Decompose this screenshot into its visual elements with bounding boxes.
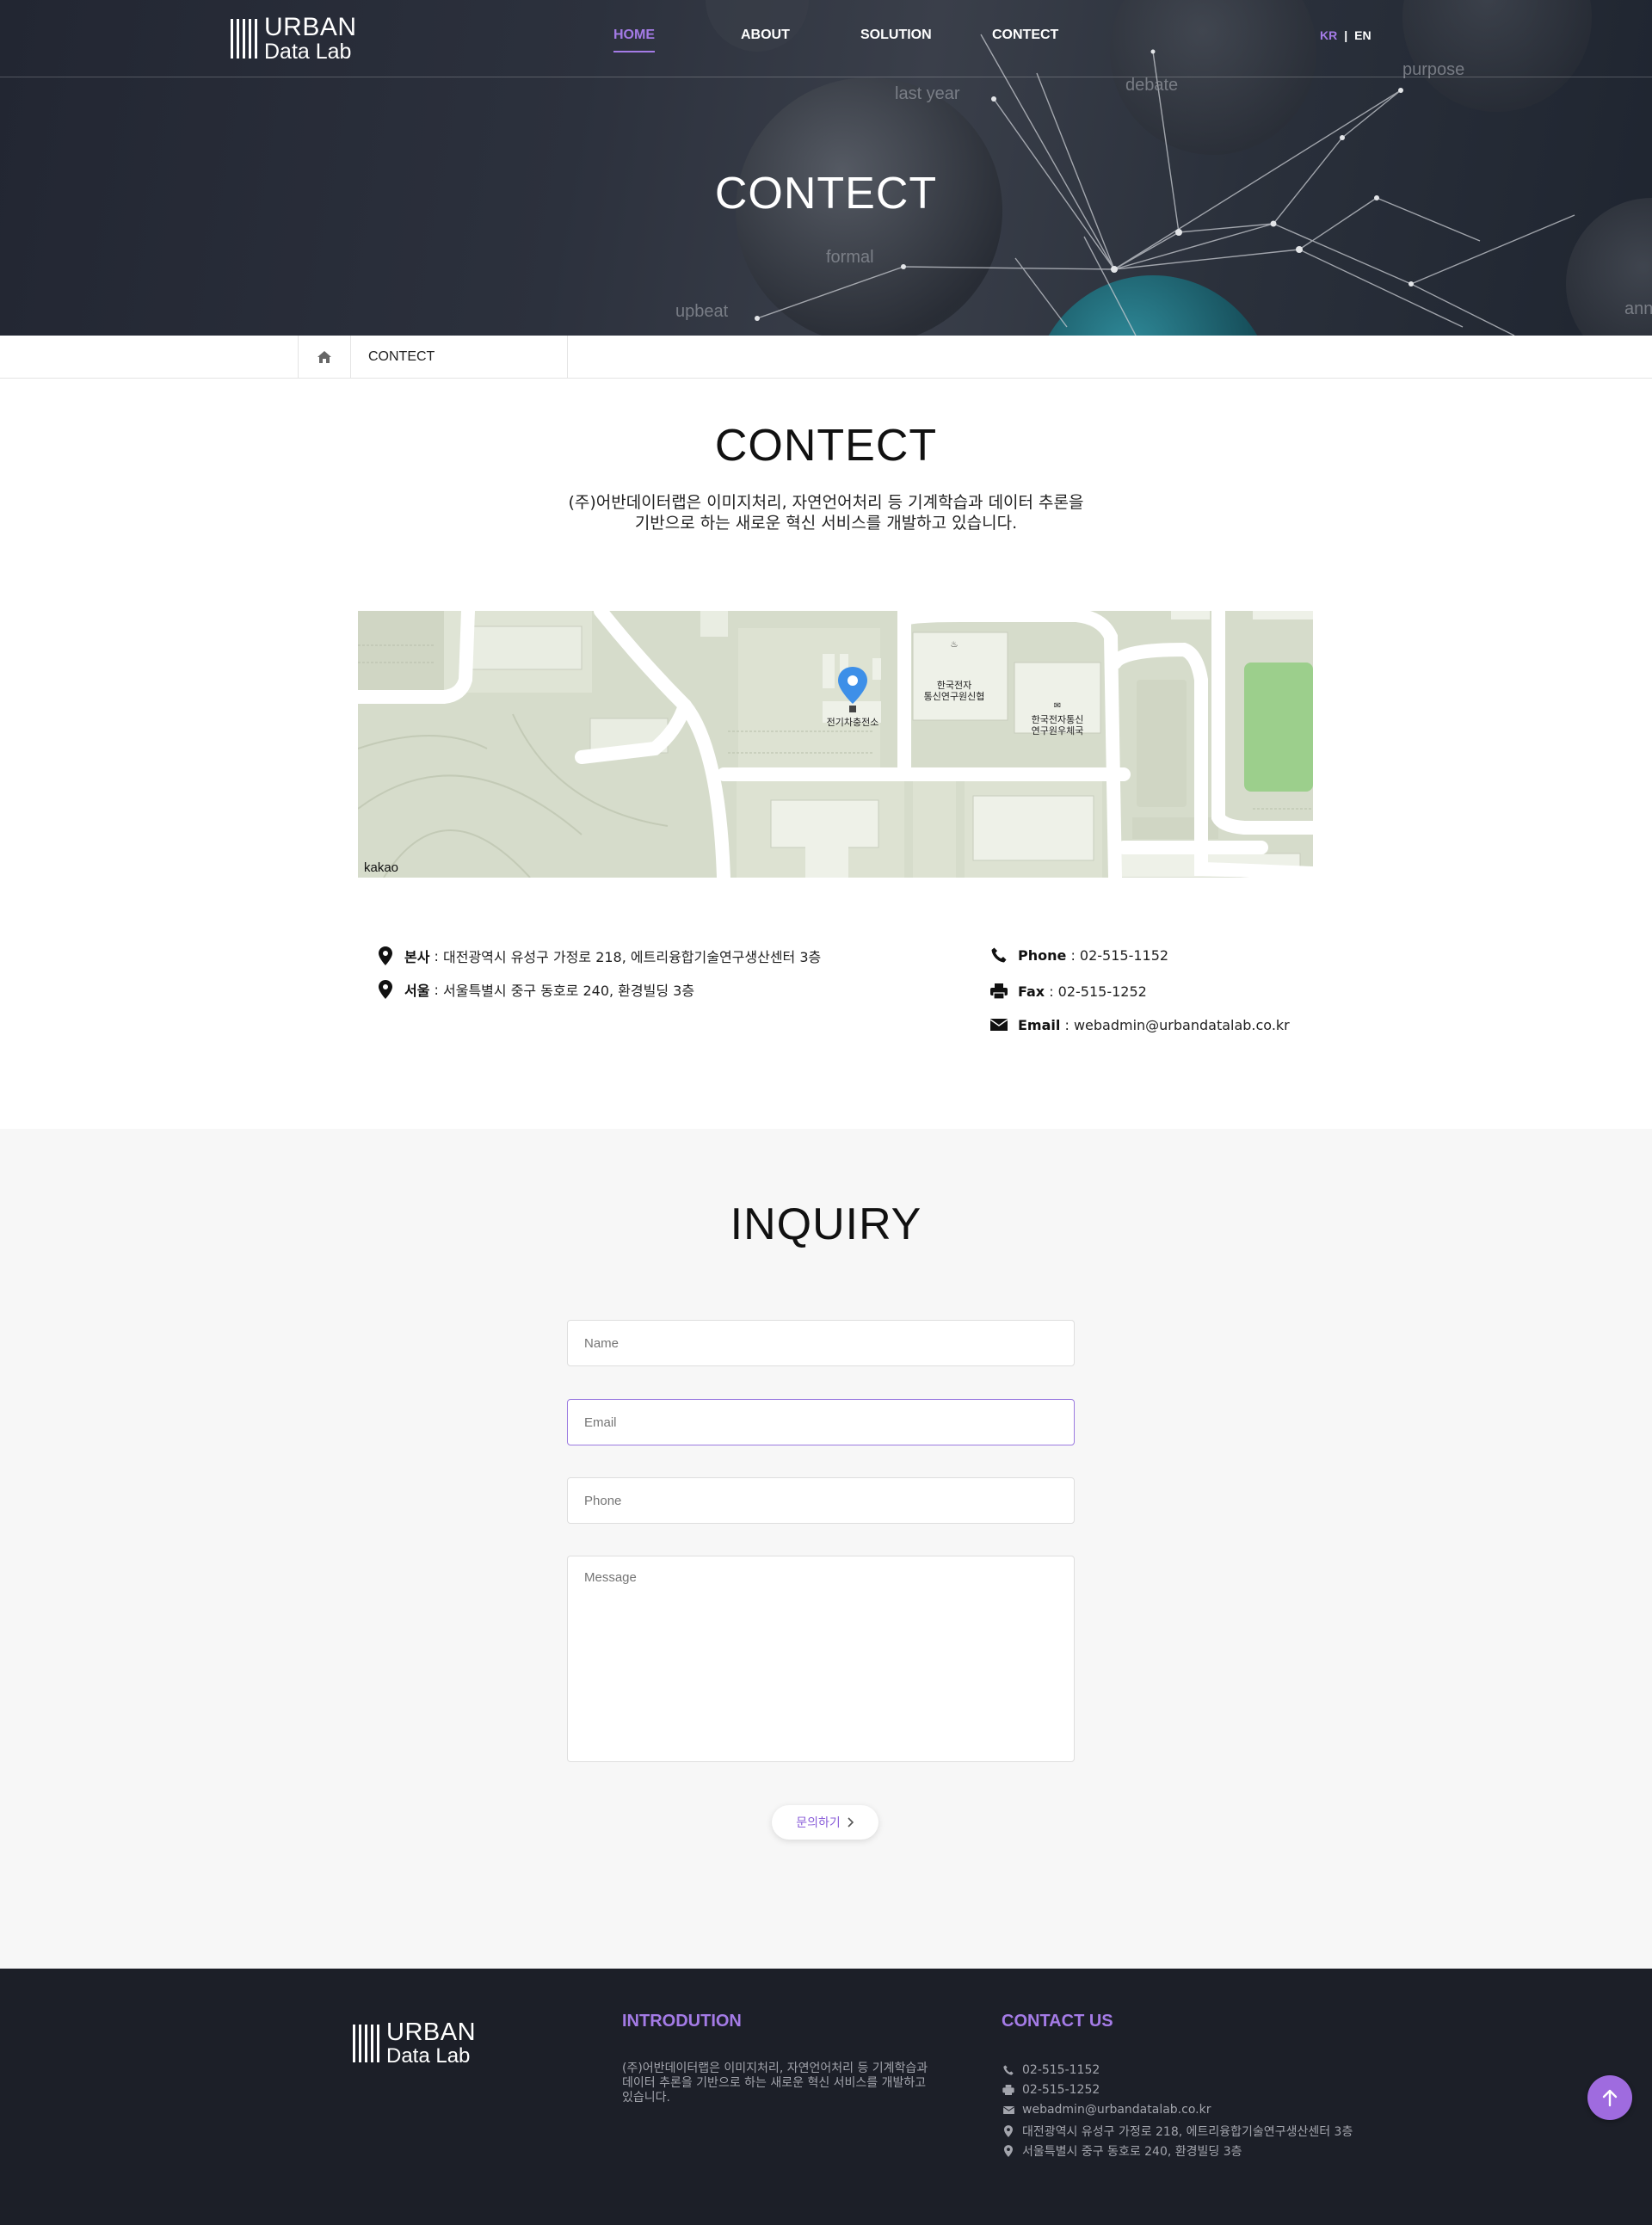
submit-inquiry-label: 문의하기: [796, 1816, 841, 1830]
address-seoul-label: 서울: [404, 983, 430, 999]
fax-value: 02-515-1252: [1057, 983, 1147, 1000]
language-switch: KR | EN: [1320, 28, 1372, 42]
address-seoul: 서울 : 서울특별시 중구 동호로 240, 환경빌딩 3층: [377, 979, 694, 1000]
address-seoul-separator: :: [429, 981, 444, 998]
map-label-etri-credit-union-2: 통신연구원신협: [924, 691, 985, 702]
contact-intro-line1: (주)어반데이터랩은 이미지처리, 자연언어처리 등 기계학습과 데이터 추론을: [568, 493, 1084, 512]
logo-text-urban: URBAN: [264, 13, 357, 41]
fax-icon: [990, 982, 1008, 1001]
email-label: Email: [1018, 1016, 1061, 1033]
name-input[interactable]: [567, 1320, 1075, 1366]
phone-separator: :: [1066, 946, 1080, 964]
address-headquarters: 본사 : 대전광역시 유성구 가정로 218, 에트리융합기술연구생산센터 3층: [377, 946, 821, 966]
contact-intro: (주)어반데이터랩은 이미지처리, 자연언어처리 등 기계학습과 데이터 추론을…: [0, 492, 1652, 533]
mail-icon: [990, 1015, 1008, 1034]
contact-email: Email : webadmin@urbandatalab.co.kr: [990, 1015, 1290, 1034]
address-hq-value: 대전광역시 유성구 가정로 218, 에트리융합기술연구생산센터 3층: [443, 949, 822, 965]
footer-contact-title: CONTACT US: [1002, 2012, 1113, 2031]
address-seoul-value: 서울특별시 중구 동호로 240, 환경빌딩 3층: [443, 983, 695, 999]
footer-address-2-value: 서울특별시 중구 동호로 240, 환경빌딩 3층: [1022, 2145, 1242, 2159]
logo-text-datalab: Data Lab: [264, 40, 352, 64]
footer-fax-value: 02-515-1252: [1022, 2083, 1100, 2097]
contact-intro-line2: 기반으로 하는 새로운 혁신 서비스를 개발하고 있습니다.: [634, 514, 1018, 533]
email-value[interactable]: webadmin@urbandatalab.co.kr: [1074, 1017, 1290, 1033]
home-icon: [317, 351, 331, 363]
map-label-etri-post-office-2: 연구원우체국: [1032, 725, 1084, 737]
footer-logo-text-datalab: Data Lab: [386, 2044, 471, 2068]
location-map[interactable]: 전기차충전소 ♨ 한국전자 통신연구원신협 ✉ 한국전자통신 연구원우체국 ka…: [358, 611, 1313, 878]
phone-icon: [1002, 2065, 1014, 2075]
hero-bg-word: debate: [1125, 76, 1178, 95]
nav-solution[interactable]: SOLUTION: [860, 28, 932, 43]
map-pin-icon: [1002, 2125, 1014, 2137]
breadcrumb-home[interactable]: [298, 336, 351, 379]
arrow-up-icon: [1602, 2089, 1618, 2107]
inquiry-title: INQUIRY: [730, 1199, 922, 1249]
hero-bg-word: ann: [1624, 299, 1652, 318]
site-footer: URBAN Data Lab INTRODUTION (주)어반데이터랩은 이미…: [0, 1969, 1652, 2225]
footer-fax: 02-515-1252: [1002, 2083, 1100, 2097]
message-textarea[interactable]: [567, 1556, 1075, 1762]
scroll-to-top-button[interactable]: [1587, 2075, 1632, 2120]
email-input[interactable]: [567, 1399, 1075, 1445]
map-graphic: 전기차충전소 ♨ 한국전자 통신연구원신협 ✉ 한국전자통신 연구원우체국: [358, 611, 1313, 878]
hero-bg-word: formal: [826, 248, 874, 267]
phone-icon: [990, 946, 1008, 965]
footer-logo[interactable]: URBAN Data Lab: [353, 2020, 476, 2067]
site-logo[interactable]: URBAN Data Lab: [231, 13, 357, 64]
fax-separator: :: [1045, 983, 1058, 1000]
phone-input[interactable]: [567, 1477, 1075, 1524]
hero-banner: last year debate purpose formal upbeat a…: [0, 0, 1652, 336]
lang-separator: |: [1344, 28, 1348, 42]
footer-intro-title: INTRODUTION: [622, 2012, 742, 2031]
fax-icon: [1002, 2085, 1014, 2095]
hero-title: CONTECT: [714, 169, 938, 219]
footer-email-value: webadmin@urbandatalab.co.kr: [1022, 2103, 1211, 2117]
footer-address-1: 대전광역시 유성구 가정로 218, 에트리융합기술연구생산센터 3층: [1002, 2123, 1353, 2140]
nav-home[interactable]: HOME: [613, 28, 655, 52]
lang-en[interactable]: EN: [1354, 28, 1371, 42]
contact-section-title: CONTECT: [714, 421, 938, 471]
svg-text:✉: ✉: [1054, 701, 1061, 711]
map-pin-icon: [377, 946, 394, 965]
footer-logo-mark: [353, 2025, 379, 2062]
svg-text:♨: ♨: [951, 640, 959, 650]
footer-phone-value: 02-515-1152: [1022, 2063, 1100, 2077]
fax-label: Fax: [1018, 983, 1045, 1000]
breadcrumb-current[interactable]: CONTECT: [351, 336, 568, 379]
inquiry-section: [0, 1129, 1652, 1969]
hero-bg-word: upbeat: [675, 302, 729, 321]
phone-label: Phone: [1018, 946, 1067, 964]
submit-inquiry-button[interactable]: 문의하기: [772, 1805, 878, 1840]
footer-email: webadmin@urbandatalab.co.kr: [1002, 2103, 1211, 2117]
phone-value[interactable]: 02-515-1152: [1080, 947, 1168, 964]
footer-address-1-value: 대전광역시 유성구 가정로 218, 에트리융합기술연구생산센터 3층: [1022, 2125, 1353, 2139]
contact-fax: Fax : 02-515-1252: [990, 982, 1147, 1001]
map-attribution[interactable]: kakao: [364, 860, 398, 875]
footer-phone: 02-515-1152: [1002, 2063, 1100, 2077]
footer-address-2: 서울특별시 중구 동호로 240, 환경빌딩 3층: [1002, 2142, 1242, 2160]
map-pin-icon: [377, 980, 394, 999]
footer-logo-text-urban: URBAN: [386, 2019, 477, 2046]
map-label-etri-post-office-1: 한국전자통신: [1032, 714, 1084, 725]
breadcrumb: CONTECT: [0, 336, 1652, 379]
footer-intro-text: (주)어반데이터랩은 이미지처리, 자연언어처리 등 기계학습과 데이터 추론을…: [622, 2062, 928, 2105]
nav-about[interactable]: ABOUT: [741, 28, 790, 43]
email-separator: :: [1060, 1016, 1074, 1033]
chevron-right-icon: [848, 1817, 854, 1827]
hero-bg-word: last year: [895, 84, 960, 103]
address-hq-separator: :: [429, 947, 444, 965]
lang-kr[interactable]: KR: [1320, 28, 1337, 42]
address-hq-label: 본사: [404, 949, 430, 965]
map-label-etri-credit-union-1: 한국전자: [937, 680, 971, 691]
top-navigation: URBAN Data Lab HOME ABOUT SOLUTION CONTE…: [0, 0, 1652, 77]
logo-mark: [231, 19, 257, 59]
mail-icon: [1002, 2105, 1014, 2114]
map-pin-icon: [1002, 2145, 1014, 2157]
nav-contect[interactable]: CONTECT: [992, 28, 1058, 43]
map-label-charging-station: 전기차충전소: [827, 717, 879, 728]
contact-phone: Phone : 02-515-1152: [990, 946, 1168, 965]
